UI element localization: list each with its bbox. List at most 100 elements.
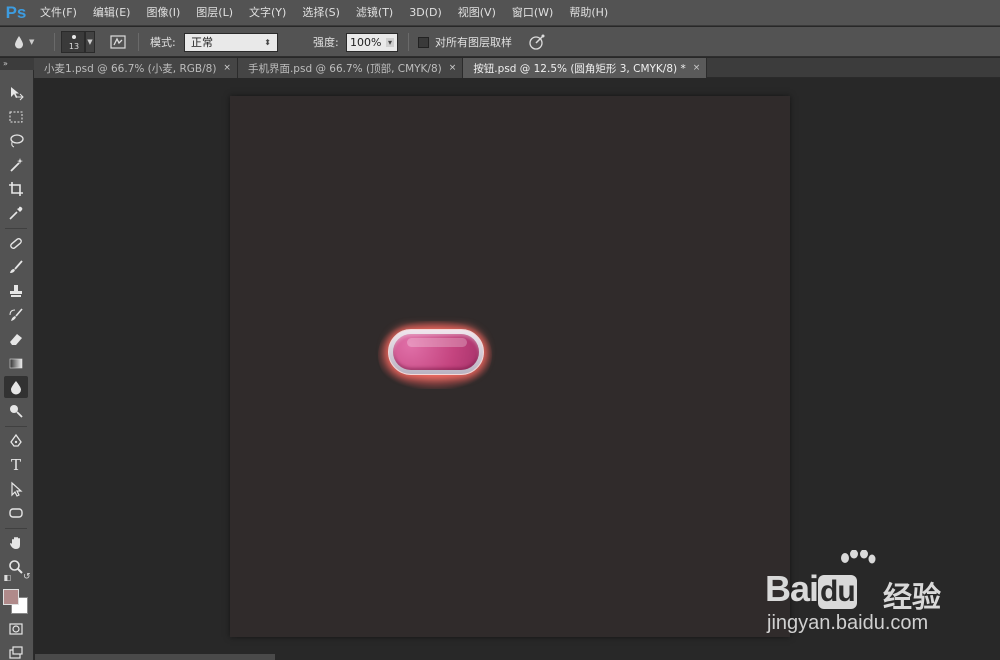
menu-image[interactable]: 图像(I) <box>138 0 188 26</box>
default-colors-icon: ◧ <box>3 572 11 582</box>
tab-xiaomai[interactable]: 小麦1.psd @ 66.7% (小麦, RGB/8) × <box>34 58 238 78</box>
brush-preview: 13 <box>61 31 85 53</box>
close-icon[interactable]: × <box>223 63 231 73</box>
photoshop-logo: Ps <box>5 2 27 22</box>
button-highlight <box>407 338 467 347</box>
brush-icon <box>10 260 23 273</box>
brush-preset-picker[interactable]: 13 ▼ <box>61 27 95 57</box>
type-tool[interactable]: T <box>4 454 28 476</box>
menu-type[interactable]: 文字(Y) <box>241 0 294 26</box>
gradient-icon <box>9 358 23 369</box>
tab-label: 手机界面.psd @ 66.7% (顶部, CMYK/8) <box>247 62 442 75</box>
quick-mask-icon <box>9 623 23 635</box>
menu-select[interactable]: 选择(S) <box>294 0 348 26</box>
sample-all-layers-label: 对所有图层取样 <box>435 36 512 49</box>
swap-arrow-icon: ↺ <box>23 572 31 582</box>
rounded-rect-icon <box>9 508 23 518</box>
mode-select[interactable]: 正常 ⬍ <box>184 32 278 52</box>
tools-panel: T ◧ ↺ <box>0 70 34 660</box>
quick-mask-button[interactable] <box>4 618 28 640</box>
swap-colors-button[interactable]: ◧ ↺ <box>0 570 34 584</box>
watermark-brand: Baidu <box>765 568 857 610</box>
brush-panel-icon <box>110 35 126 49</box>
document-tabs: 小麦1.psd @ 66.7% (小麦, RGB/8) × 手机界面.psd @… <box>34 58 1000 78</box>
blur-drop-icon <box>15 36 23 49</box>
close-icon[interactable]: × <box>449 63 457 73</box>
shape-tool[interactable] <box>4 502 28 524</box>
history-brush-tool[interactable] <box>4 304 28 326</box>
tab-label: 小麦1.psd @ 66.7% (小麦, RGB/8) <box>44 62 217 75</box>
sample-all-layers-option[interactable]: 对所有图层取样 <box>418 27 512 57</box>
menu-bar: Ps 文件(F) 编辑(E) 图像(I) 图层(L) 文字(Y) 选择(S) 滤… <box>0 0 1000 26</box>
magic-wand-tool[interactable] <box>4 154 28 176</box>
foreground-color-swatch[interactable] <box>3 589 19 605</box>
chevron-down-icon[interactable]: ▼ <box>85 31 95 53</box>
menu-file[interactable]: 文件(F) <box>32 0 85 26</box>
clone-stamp-tool[interactable] <box>4 280 28 302</box>
magic-wand-icon <box>10 158 23 172</box>
hand-icon <box>10 537 20 549</box>
history-brush-icon <box>9 308 23 321</box>
move-tool[interactable] <box>4 82 28 104</box>
tab-phone-ui[interactable]: 手机界面.psd @ 66.7% (顶部, CMYK/8) × <box>237 58 464 78</box>
gradient-tool[interactable] <box>4 352 28 374</box>
eraser-icon <box>10 334 22 345</box>
strength-input[interactable]: 100% ▾ <box>346 32 398 52</box>
spot-healing-tool[interactable] <box>4 232 28 254</box>
pen-icon <box>10 433 22 447</box>
strength-value: 100% <box>350 35 382 49</box>
sample-all-layers-checkbox[interactable] <box>418 36 429 48</box>
menu-view[interactable]: 视图(V) <box>450 0 504 26</box>
menu-help[interactable]: 帮助(H) <box>561 0 616 26</box>
mode-value: 正常 <box>191 36 213 49</box>
lasso-tool[interactable] <box>4 130 28 152</box>
menu-window[interactable]: 窗口(W) <box>504 0 561 26</box>
blur-drop-icon <box>11 381 21 395</box>
chevron-down-icon: ▼ <box>29 38 35 46</box>
eraser-tool[interactable] <box>4 328 28 350</box>
brush-panel-button[interactable] <box>110 27 126 57</box>
options-bar: ▼ 13 ▼ 模式: 正常 ⬍ 强度: 100% ▾ 对所有图层取样 <box>0 27 1000 57</box>
marquee-tool[interactable] <box>4 106 28 128</box>
chevron-down-icon[interactable]: ▾ <box>385 37 394 47</box>
menu-3d[interactable]: 3D(D) <box>401 0 450 26</box>
lasso-icon <box>10 134 24 148</box>
select-arrows-icon: ⬍ <box>264 37 271 47</box>
hand-tool[interactable] <box>4 532 28 554</box>
menu-layer[interactable]: 图层(L) <box>188 0 241 26</box>
bandage-icon <box>10 238 22 249</box>
watermark-brand-du: du <box>818 575 857 609</box>
tool-preset-picker[interactable]: ▼ <box>14 27 34 57</box>
mode-label: 模式: <box>150 36 176 49</box>
dodge-tool[interactable] <box>4 400 28 422</box>
pressure-icon <box>529 34 545 50</box>
status-bar <box>35 654 275 660</box>
pressure-button[interactable] <box>528 27 546 57</box>
rounded-button-fill <box>393 334 479 370</box>
stamp-icon <box>10 285 22 297</box>
screen-mode-button[interactable] <box>4 642 28 660</box>
dodge-icon <box>10 405 23 418</box>
pen-tool[interactable] <box>4 430 28 452</box>
path-selection-tool[interactable] <box>4 478 28 500</box>
watermark-jingyan: 经验 <box>883 580 942 614</box>
crop-tool[interactable] <box>4 178 28 200</box>
screen-mode-icon <box>9 646 23 659</box>
menu-filter[interactable]: 滤镜(T) <box>348 0 401 26</box>
brush-size-label: 13 <box>68 42 80 51</box>
rounded-button-shape[interactable] <box>388 329 484 375</box>
eyedropper-icon <box>9 206 23 220</box>
tab-button-psd[interactable]: 按钮.psd @ 12.5% (圆角矩形 3, CMYK/8) * × <box>463 58 708 78</box>
crop-icon <box>9 182 23 196</box>
document-canvas[interactable] <box>230 96 790 637</box>
watermark-url: jingyan.baidu.com <box>767 612 929 634</box>
watermark-brand-bai: Bai <box>765 568 819 609</box>
menu-edit[interactable]: 编辑(E) <box>85 0 139 26</box>
brush-tool[interactable] <box>4 256 28 278</box>
eyedropper-tool[interactable] <box>4 202 28 224</box>
panel-collapse-toggle[interactable]: » <box>0 58 34 70</box>
close-icon[interactable]: × <box>693 63 701 73</box>
tab-label: 按钮.psd @ 12.5% (圆角矩形 3, CMYK/8) * <box>473 62 686 75</box>
baidu-jingyan-watermark: Baidu 经验 jingyan.baidu.com <box>765 550 995 650</box>
blur-tool[interactable] <box>4 376 28 398</box>
